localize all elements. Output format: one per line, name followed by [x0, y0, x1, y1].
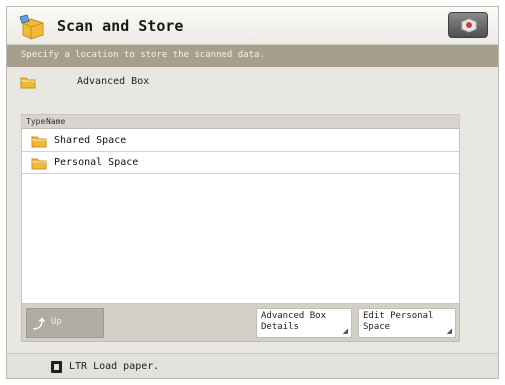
- status-monitor-button[interactable]: [448, 12, 488, 38]
- up-arrow-icon: ⤴: [33, 317, 46, 331]
- title-bar: Scan and Store: [7, 7, 498, 45]
- instruction-bar: Specify a location to store the scanned …: [7, 45, 498, 67]
- paper-icon: [51, 361, 62, 373]
- list-header: Type Name: [22, 115, 459, 129]
- list-empty-area: [22, 174, 459, 303]
- edit-personal-space-button[interactable]: Edit Personal Space ◢: [358, 308, 456, 338]
- corner-arrow-icon: ◢: [342, 327, 348, 335]
- corner-arrow-icon: ◢: [446, 327, 452, 335]
- storage-list: Type Name Shared Space Personal Space: [21, 114, 460, 304]
- page-title: Scan and Store: [57, 17, 184, 35]
- header-name: Name: [46, 117, 66, 126]
- instruction-text: Specify a location to store the scanned …: [21, 50, 265, 60]
- edit-button-label: Edit Personal Space: [363, 311, 434, 332]
- advanced-box-details-button[interactable]: Advanced Box Details ◢: [256, 308, 352, 338]
- folder-icon: [30, 155, 48, 171]
- status-bar: LTR Load paper.: [7, 353, 498, 378]
- folder-icon: [30, 133, 48, 149]
- up-button[interactable]: ⤴ Up: [26, 308, 104, 338]
- folder-icon: [19, 74, 37, 90]
- status-message: LTR Load paper.: [69, 361, 160, 372]
- list-item-personal-space[interactable]: Personal Space: [22, 152, 459, 174]
- list-item-shared-space[interactable]: Shared Space: [22, 130, 459, 152]
- scan-and-store-screen: Scan and Store Specify a location to sto…: [6, 6, 499, 379]
- header-type: Type: [26, 117, 46, 126]
- list-item-label: Shared Space: [54, 135, 127, 146]
- list-button-bar: ⤴ Up Advanced Box Details ◢ Edit Persona…: [21, 304, 460, 342]
- details-button-label: Advanced Box Details: [261, 311, 327, 332]
- current-location: Advanced Box: [7, 71, 498, 93]
- location-label: Advanced Box: [77, 76, 150, 87]
- status-monitor-icon: [461, 18, 477, 33]
- up-button-label: Up: [51, 317, 62, 327]
- scan-store-icon: [17, 13, 47, 41]
- list-item-label: Personal Space: [54, 157, 139, 168]
